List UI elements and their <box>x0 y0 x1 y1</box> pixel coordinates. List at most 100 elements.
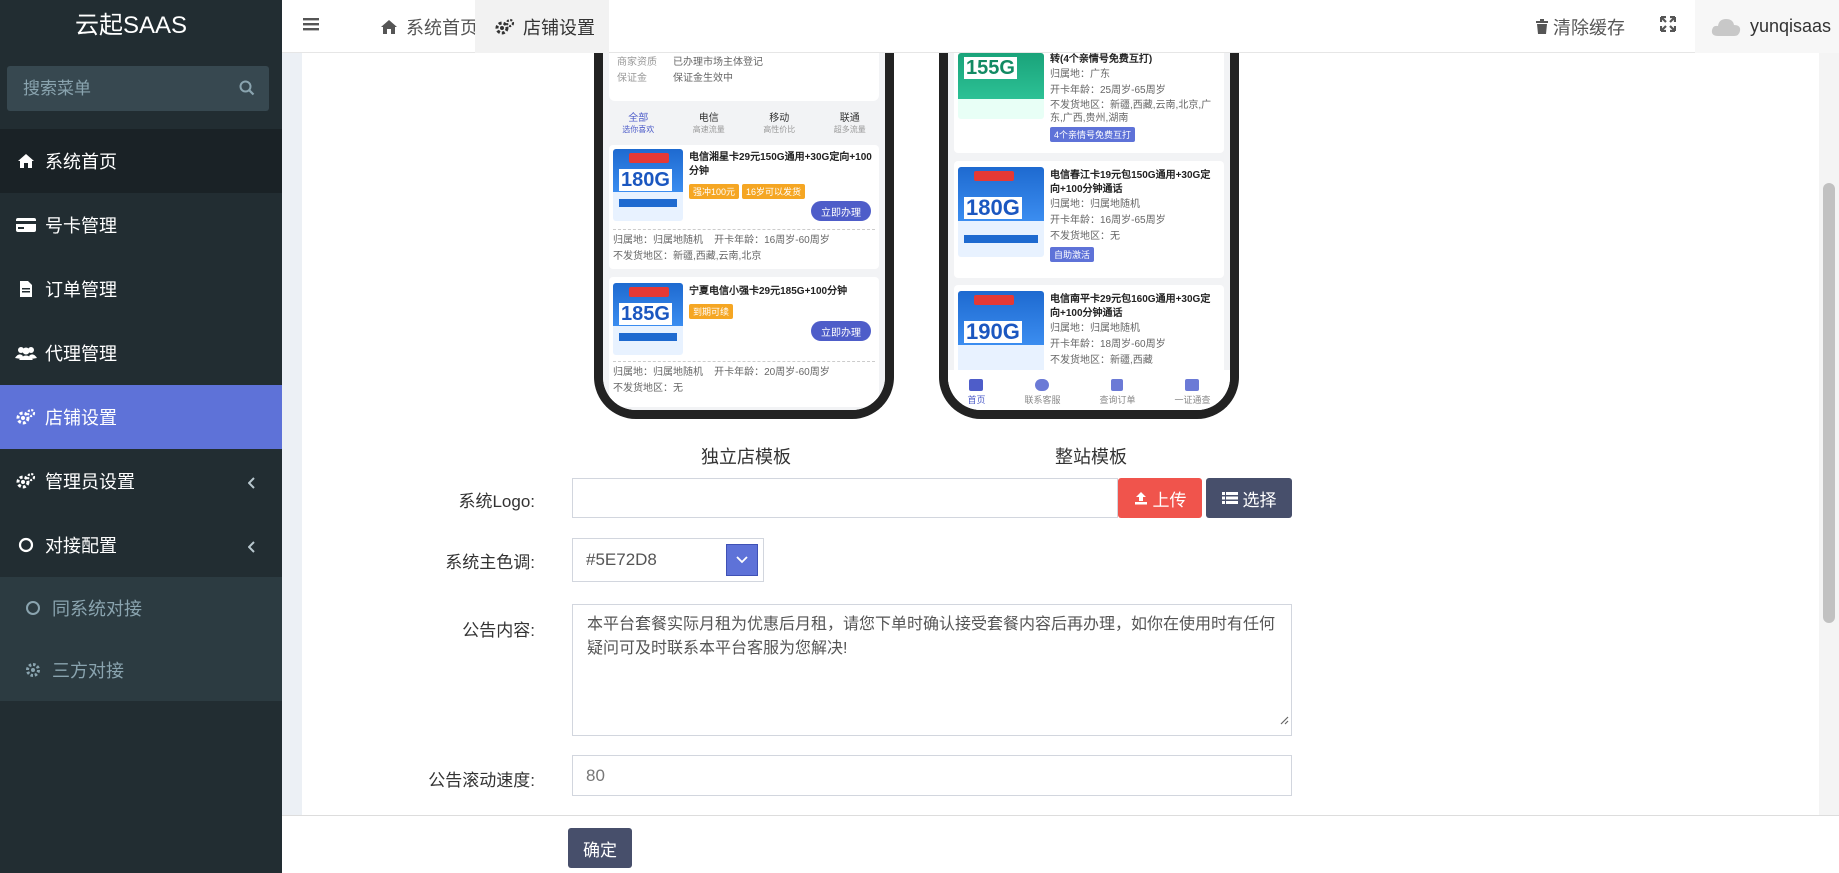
product-details: 转(4个亲情号免费互打) 归属地：广东 开卡年龄：25周岁-65周岁 不发货地区… <box>1050 53 1220 143</box>
cogs-icon <box>15 471 37 491</box>
product-noship: 不发货地区：无 <box>613 383 683 394</box>
sim-card-image: 155G <box>958 53 1044 119</box>
color-label: 系统主色调: <box>445 553 535 572</box>
scrollbar[interactable] <box>1819 53 1839 815</box>
sidebar-subitem-same-system[interactable]: 同系统对接 <box>0 577 282 639</box>
nav-support[interactable]: 联系客服 <box>1024 379 1061 406</box>
fullscreen-button[interactable] <box>1659 0 1677 53</box>
apply-button[interactable]: 立即办理 <box>811 201 871 221</box>
search-icon[interactable] <box>239 80 255 101</box>
cogs-icon <box>15 407 37 427</box>
upload-button[interactable]: 上传 <box>1118 478 1202 518</box>
select-button[interactable]: 选择 <box>1206 478 1292 518</box>
credit-card-icon <box>15 215 37 235</box>
home-icon <box>15 151 37 171</box>
notice-label: 公告内容: <box>462 621 535 640</box>
speed-input[interactable]: 80 <box>572 755 1292 796</box>
scrollbar-thumb[interactable] <box>1823 183 1835 623</box>
sidebar-item-label: 三方对接 <box>52 661 124 681</box>
sidebar-item-home[interactable]: 系统首页 <box>0 129 282 193</box>
sidebar-item-agents[interactable]: 代理管理 <box>0 321 282 385</box>
sidebar-subitem-third-party[interactable]: 三方对接 <box>0 639 282 701</box>
sidebar-item-label: 同系统对接 <box>52 599 142 619</box>
sidebar-item-integration[interactable]: 对接配置 <box>0 513 282 577</box>
product-title: 宁夏电信小强卡29元185G+100分钟 <box>689 286 848 297</box>
chevron-down-icon <box>736 556 748 564</box>
product-attrs: 归属地：归属地随机 开卡年龄：20周岁-60周岁 <box>613 367 830 378</box>
product-attrs: 归属地：归属地随机 开卡年龄：16周岁-60周岁 <box>613 235 830 246</box>
sim-card-image: 190G <box>958 291 1044 375</box>
operator-tab[interactable]: 联通 超多流量 <box>834 109 866 139</box>
circle-icon <box>22 598 44 618</box>
sidebar: 云起SAAS 系统首页 号卡管理 订单管理 代理管理 店铺设置 管理员设 <box>0 0 282 873</box>
topbar: 系统首页 店铺设置 清除缓存 yunqisaas <box>282 0 1839 53</box>
sim-card-image: 185G <box>613 283 683 355</box>
sidebar-item-admin-settings[interactable]: 管理员设置 <box>0 449 282 513</box>
sim-card-image: 180G <box>613 149 683 221</box>
sidebar-item-shop-settings[interactable]: 店铺设置 <box>0 385 282 449</box>
sidebar-item-label: 管理员设置 <box>45 472 135 492</box>
avatar <box>1710 16 1742 38</box>
operator-tabs: 全部 选你喜欢 电信 高速流量 移动 高性价比 联通 超多流量 <box>603 109 885 139</box>
product-card[interactable]: 180G 电信春江卡19元包150G通用+30G定向+100分钟通话 归属地：归… <box>954 161 1224 278</box>
menu-toggle-button[interactable] <box>302 0 320 53</box>
nav-orders[interactable]: 查询订单 <box>1099 379 1136 406</box>
fullsite-template-preview[interactable]: 155G 转(4个亲情号免费互打) 归属地：广东 开卡年龄：25周岁-65周岁 … <box>939 53 1239 419</box>
sidebar-item-orders[interactable]: 订单管理 <box>0 257 282 321</box>
product-card[interactable]: 180G 电信湘星卡29元150G通用+30G定向+100分钟 强冲100元 16… <box>609 145 879 269</box>
submit-button[interactable]: 确定 <box>568 828 632 868</box>
product-title: 电信春江卡19元包150G通用+30G定向+100分钟通话 <box>1050 170 1211 195</box>
user-menu[interactable]: yunqisaas <box>1695 0 1839 53</box>
notice-textarea[interactable]: 本平台套餐实际月租为优惠后月租，请您下单时确认接受套餐内容后再办理，如你在使用时… <box>572 604 1292 736</box>
sidebar-item-cards[interactable]: 号卡管理 <box>0 193 282 257</box>
product-noship: 不发货地区：新疆,西藏,云南,北京 <box>613 251 762 262</box>
sidebar-item-label: 店铺设置 <box>45 408 117 428</box>
sidebar-item-label: 对接配置 <box>45 536 117 556</box>
clear-cache-button[interactable]: 清除缓存 <box>1535 0 1625 53</box>
sidebar-item-label: 号卡管理 <box>45 216 117 236</box>
upload-label: 上传 <box>1152 490 1187 510</box>
select-label: 选择 <box>1242 490 1277 510</box>
product-title: 转(4个亲情号免费互打) <box>1050 54 1153 65</box>
expand-icon <box>1659 15 1677 37</box>
info-row: 保证金 保证金生效中 <box>617 73 733 84</box>
notice-value: 本平台套餐实际月租为优惠后月租，请您下单时确认接受套餐内容后再办理，如你在使用时… <box>587 616 1276 657</box>
tab-shop-settings[interactable]: 店铺设置 <box>475 0 609 53</box>
color-value: #5E72D8 <box>586 550 657 569</box>
sidebar-item-label: 系统首页 <box>45 152 117 172</box>
bottom-nav: 首页 联系客服 查询订单 一证通查 <box>948 370 1230 410</box>
search-box <box>7 66 269 111</box>
product-details: 电信湘星卡29元150G通用+30G定向+100分钟 强冲100元 16岁可以发货 <box>689 152 872 199</box>
sim-card-image: 180G <box>958 167 1044 257</box>
nav-home[interactable]: 首页 <box>967 379 986 406</box>
home-icon <box>380 19 398 35</box>
color-input[interactable]: #5E72D8 <box>572 538 764 582</box>
circle-icon <box>15 535 37 555</box>
operator-tab[interactable]: 移动 高性价比 <box>763 109 795 139</box>
tab-label: 店铺设置 <box>523 17 595 38</box>
phone-screen: 155G 转(4个亲情号免费互打) 归属地：广东 开卡年龄：25周岁-65周岁 … <box>948 53 1230 410</box>
list-icon <box>1221 491 1238 505</box>
chevron-left-icon <box>247 473 256 494</box>
apply-button[interactable]: 立即办理 <box>811 321 871 341</box>
username: yunqisaas <box>1750 16 1832 36</box>
standalone-template-label: 独立店模板 <box>701 447 791 467</box>
operator-tab[interactable]: 全部 选你喜欢 <box>622 109 654 139</box>
resize-handle-icon[interactable] <box>1279 709 1289 733</box>
brand-logo[interactable]: 云起SAAS <box>0 0 282 44</box>
tab-label: 系统首页 <box>406 17 478 38</box>
info-row: 商家资质 已办理市场主体登记 <box>617 57 763 68</box>
chevron-left-icon <box>247 537 256 558</box>
product-card[interactable]: 185G 宁夏电信小强卡29元185G+100分钟 到期可续 立即办理 归属地：… <box>609 277 879 407</box>
logo-input[interactable] <box>572 478 1118 518</box>
search-input[interactable] <box>23 78 223 99</box>
sidebar-menu: 系统首页 号卡管理 订单管理 代理管理 店铺设置 管理员设置 对接配置 同系统对… <box>0 129 282 701</box>
nav-id-check[interactable]: 一证通查 <box>1174 379 1211 406</box>
product-card[interactable]: 190G 电信南平卡29元包160G通用+30G定向+100分钟通话 归属地：归… <box>954 285 1224 375</box>
standalone-template-preview[interactable]: 商家资质 已办理市场主体登记 保证金 保证金生效中 全部 选你喜欢 电信 高速流量 移动… <box>594 53 894 419</box>
color-picker-button[interactable] <box>726 544 758 576</box>
fullsite-template-label: 整站模板 <box>1055 447 1127 467</box>
file-icon <box>15 279 37 299</box>
product-card[interactable]: 155G 转(4个亲情号免费互打) 归属地：广东 开卡年龄：25周岁-65周岁 … <box>954 53 1224 153</box>
operator-tab[interactable]: 电信 高速流量 <box>693 109 725 139</box>
